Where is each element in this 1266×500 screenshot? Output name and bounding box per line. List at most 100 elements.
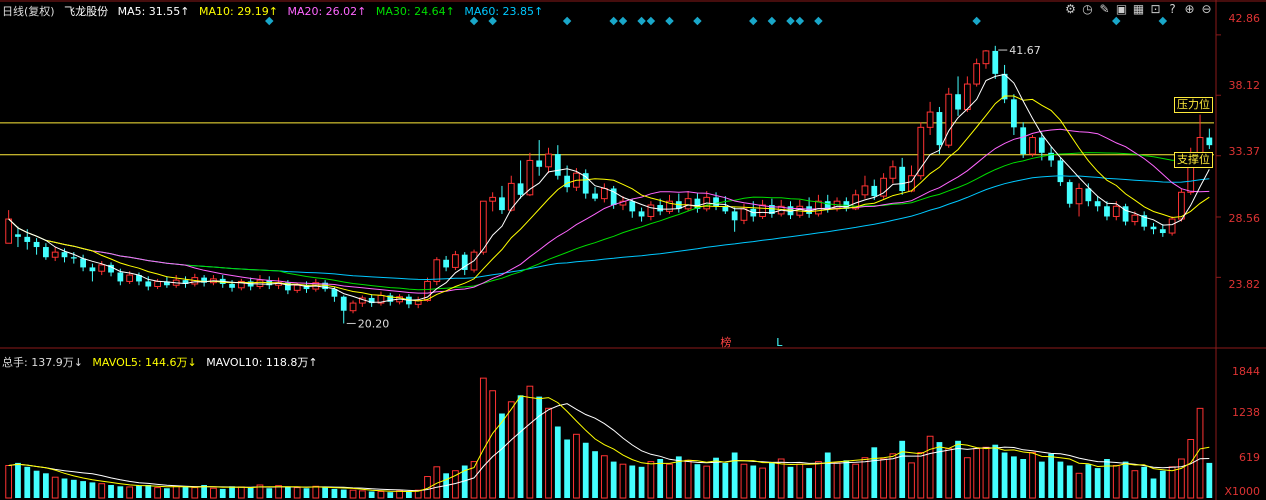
candle-body-down — [1206, 137, 1213, 146]
volume-bar-down — [322, 486, 329, 498]
candle-body-down — [24, 236, 31, 242]
volume-bar-up — [349, 489, 357, 499]
volume-bar-down — [70, 479, 77, 498]
volume-bar-down — [806, 468, 813, 498]
event-markers: 41.6720.20榜L财涨 — [265, 16, 1168, 349]
candle-body-down — [145, 281, 152, 287]
candle-body-down — [1159, 229, 1166, 234]
volume-bar-down — [1094, 468, 1101, 498]
volume-bar-up — [489, 390, 497, 499]
volume-bar-down — [182, 486, 189, 498]
event-diamond-icon — [637, 16, 646, 26]
briefcase-icon[interactable]: ▣ — [1114, 2, 1129, 17]
pen-icon[interactable]: ✎ — [1097, 2, 1112, 17]
volume-bar-up — [1178, 458, 1185, 499]
volume-bar-down — [219, 488, 226, 498]
candle-body-down — [955, 94, 961, 110]
stock-chart-canvas[interactable]: 41.6720.20榜L财涨 — [0, 0, 1266, 500]
candle-body-down — [89, 267, 96, 272]
zoom-in-icon[interactable]: ⊕ — [1182, 2, 1197, 17]
candle-body-down — [592, 193, 598, 199]
event-marker-label: 榜 — [720, 335, 731, 349]
volume-bar-down — [61, 478, 68, 498]
volume-bar-up — [237, 486, 245, 499]
volume-bar-up — [1187, 439, 1195, 499]
candle-body-down — [229, 283, 235, 288]
volume-bar-down — [610, 461, 617, 498]
volume-bar-down — [638, 466, 645, 498]
candle-body-up — [479, 200, 487, 253]
candle-body-up — [98, 264, 106, 272]
candle-body-down — [70, 257, 77, 259]
volume-bar-down — [1057, 461, 1064, 498]
event-diamond-icon — [665, 16, 674, 26]
volume-bar-down — [713, 457, 719, 498]
candle-body-up — [1075, 187, 1083, 205]
high-price-label: 41.67 — [1009, 44, 1041, 57]
price-tick-1: 38.12 — [1228, 79, 1261, 92]
volume-bar-up — [861, 457, 869, 499]
volume-bar-up — [777, 458, 785, 499]
volume-bar-down — [145, 485, 152, 498]
ma5-label: MA5: 31.55↑ — [117, 5, 190, 18]
candle-body-down — [824, 201, 831, 209]
volume-bar-up — [833, 462, 841, 499]
volume-bar-down — [955, 440, 961, 498]
event-diamond-icon — [786, 16, 795, 26]
volume-bar-down — [1020, 459, 1027, 498]
candle-body-up — [433, 259, 441, 282]
candle-body-up — [349, 302, 357, 312]
volume-bar-down — [1001, 452, 1008, 498]
volume-bar-down — [787, 466, 794, 498]
candle-body-down — [731, 211, 738, 221]
event-diamond-icon — [1158, 16, 1168, 26]
candle-body-up — [861, 185, 869, 196]
stock-name: 飞龙股份 — [64, 5, 109, 18]
ma20-label: MA20: 26.02↑ — [287, 5, 367, 18]
volume-bar-up — [293, 487, 301, 499]
zoom-out-icon[interactable]: ⊖ — [1199, 2, 1214, 17]
volume-bar-down — [1066, 465, 1073, 498]
candle-body-down — [499, 197, 505, 211]
candle-body-down — [871, 185, 878, 197]
candle-body-up — [973, 63, 981, 85]
volume-bar-up — [545, 407, 552, 499]
calendar-icon[interactable]: ▦ — [1131, 2, 1146, 17]
volume-bar-down — [284, 486, 291, 498]
volume-bar-down — [1206, 462, 1213, 498]
lock-icon[interactable]: ⊡ — [1148, 2, 1163, 17]
candle-body-down — [517, 183, 524, 195]
price-tick-2: 33.37 — [1228, 145, 1261, 158]
volume-bars — [5, 377, 1213, 499]
volume-bar-down — [517, 395, 524, 498]
candle-body-up — [759, 204, 766, 217]
volume-bar-up — [619, 463, 627, 499]
candle-body-down — [992, 50, 999, 74]
volume-bar-up — [51, 476, 59, 499]
clock-icon[interactable]: ◷ — [1080, 2, 1095, 17]
volume-bar-down — [33, 470, 40, 498]
mavol10-label: MAVOL10: 118.8万↑ — [206, 356, 318, 369]
volume-bar-up — [1168, 466, 1176, 499]
volume-bar-down — [266, 488, 273, 498]
chart-grid — [0, 0, 1266, 500]
candle-body-down — [554, 154, 561, 176]
help-icon[interactable]: ? — [1165, 2, 1180, 17]
settings-icon[interactable]: ⚙ — [1063, 2, 1078, 17]
candle-body-down — [1038, 137, 1045, 153]
volume-bar-up — [1131, 470, 1139, 499]
volume-bar-down — [536, 396, 543, 498]
volume-bar-down — [229, 486, 235, 498]
candle-body-up — [889, 166, 897, 179]
volume-bar-up — [396, 490, 403, 499]
total-volume-label: 总手: 137.9万↓ — [2, 356, 83, 369]
price-header: 日线(复权) 飞龙股份 MA5: 31.55↑ MA10: 29.19↑ MA2… — [2, 3, 549, 19]
period-label[interactable]: 日线(复权) — [2, 5, 55, 18]
volume-bar-down — [675, 456, 682, 498]
candle-body-up — [963, 83, 971, 111]
candle-body-down — [629, 201, 636, 212]
candle-body-up — [256, 279, 264, 288]
candle-body-up — [982, 50, 990, 65]
candle-body-down — [42, 247, 49, 258]
volume-bar-up — [172, 485, 180, 499]
